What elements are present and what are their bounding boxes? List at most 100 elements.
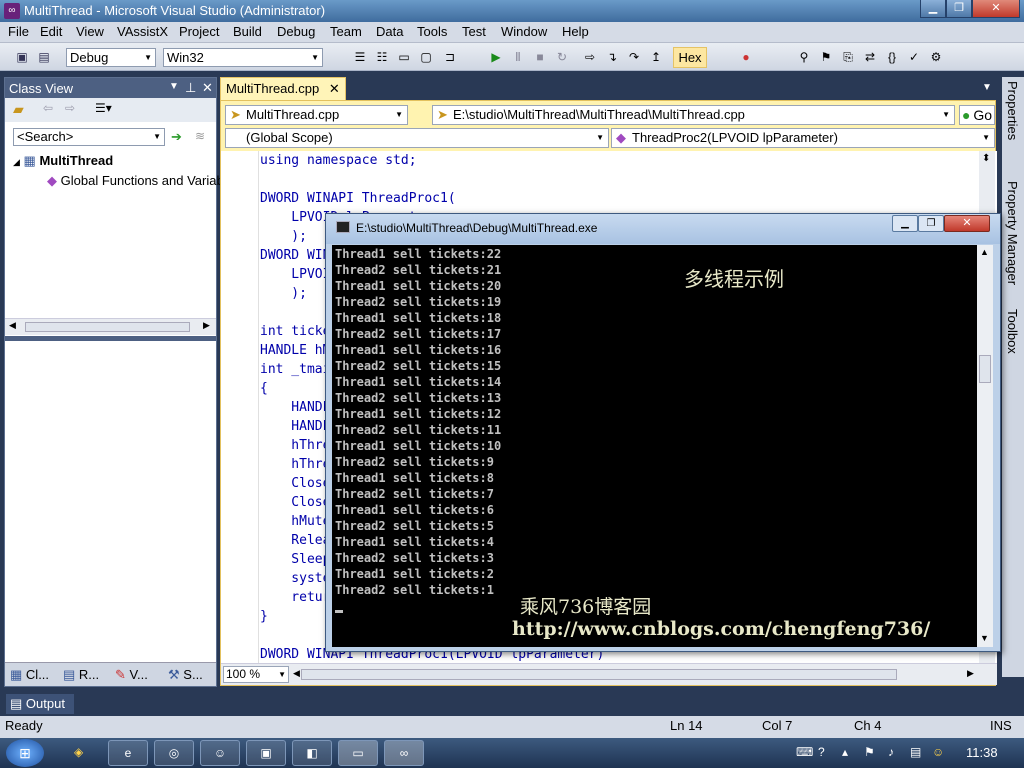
hscroll-thumb[interactable] xyxy=(301,669,897,680)
start-debug-icon[interactable]: ▶ xyxy=(488,49,504,65)
scroll-right-icon[interactable]: ▶ xyxy=(967,668,974,679)
spell-check-icon[interactable]: ✓ xyxy=(906,49,922,65)
function-dropdown[interactable]: ◆ ThreadProc2(LPVOID lpParameter) ▼ xyxy=(611,128,995,148)
close-button[interactable]: ✕ xyxy=(972,0,1020,18)
tab-property-manager[interactable]: Property Manager xyxy=(1005,181,1020,285)
find-in-files-icon[interactable]: ⚑ xyxy=(818,49,834,65)
console-scroll-thumb[interactable] xyxy=(979,355,991,383)
zoom-dropdown[interactable]: 100 % ▼ xyxy=(223,666,289,683)
tab-class-view[interactable]: ▦ Cl... xyxy=(10,667,49,683)
show-hidden-icons-icon[interactable]: ▴ xyxy=(842,745,848,759)
restart-icon[interactable]: ↻ xyxy=(554,49,570,65)
save-icon[interactable]: ▣ xyxy=(14,49,30,65)
taskbar-app-icon[interactable]: ▣ xyxy=(246,740,286,766)
outdent-icon[interactable]: ☷ xyxy=(374,49,390,65)
taskbar-msdn-icon[interactable]: ◧ xyxy=(292,740,332,766)
network-icon[interactable]: ▤ xyxy=(910,745,921,759)
menu-vassistx[interactable]: VAssistX xyxy=(117,24,168,39)
console-screen[interactable]: Thread1 sell tickets:22 Thread2 sell tick… xyxy=(332,245,993,647)
settings-icon[interactable]: ☰▾ xyxy=(95,101,112,115)
taskbar-vs-icon[interactable]: ∞ xyxy=(384,740,424,766)
scope-dropdown[interactable]: (Global Scope) ▼ xyxy=(225,128,609,148)
tree-global-functions[interactable]: ◆ Global Functions and Variables xyxy=(47,173,240,189)
flag-icon[interactable]: ⚑ xyxy=(864,745,875,759)
scroll-left-icon[interactable]: ◀ xyxy=(9,320,16,331)
refactor-icon[interactable]: ⚙ xyxy=(928,49,944,65)
scroll-thumb[interactable] xyxy=(25,322,190,332)
class-view-hscroll[interactable]: ◀ ▶ xyxy=(5,318,216,335)
expand-icon[interactable]: ◢ xyxy=(13,157,20,167)
close-icon[interactable]: ✕ xyxy=(202,80,213,96)
taskbar-console-icon[interactable]: ▭ xyxy=(338,740,378,766)
menu-window[interactable]: Window xyxy=(501,24,547,39)
search-go-icon[interactable]: ➔ xyxy=(171,129,182,145)
goto-icon[interactable]: ⇄ xyxy=(862,49,878,65)
qq-pet-icon[interactable]: ◈ xyxy=(74,745,83,759)
step-out-icon[interactable]: ↥ xyxy=(648,49,664,65)
tab-toolbox[interactable]: Toolbox xyxy=(1005,309,1020,354)
minimize-button[interactable]: ▁ xyxy=(920,0,946,18)
console-maximize-button[interactable]: ❐ xyxy=(918,215,944,232)
tab-list-icon[interactable]: ▼ xyxy=(982,82,992,93)
find-icon[interactable]: ⚲ xyxy=(796,49,812,65)
show-next-statement-icon[interactable]: ⇨ xyxy=(582,49,598,65)
menu-help[interactable]: Help xyxy=(562,24,589,39)
scroll-down-icon[interactable]: ▼ xyxy=(980,633,989,643)
step-over-icon[interactable]: ↷ xyxy=(626,49,642,65)
menu-team[interactable]: Team xyxy=(330,24,362,39)
forward-icon[interactable]: ⇨ xyxy=(65,101,75,115)
symbol-icon[interactable]: {} xyxy=(884,49,900,65)
maximize-button[interactable]: ❐ xyxy=(946,0,972,18)
pin-icon[interactable]: ⊥ xyxy=(185,80,196,96)
taskbar-ie-icon[interactable]: e xyxy=(108,740,148,766)
tab-resource-view[interactable]: ▤ R... xyxy=(63,667,99,683)
menu-tools[interactable]: Tools xyxy=(417,24,447,39)
platform-dropdown[interactable]: Win32 ▼ xyxy=(163,48,323,67)
keyboard-icon[interactable]: ⌨ xyxy=(796,745,813,759)
qq-tray-icon[interactable]: ☺ xyxy=(932,745,944,759)
pause-icon[interactable]: Ⅱ xyxy=(510,49,526,65)
menu-project[interactable]: Project xyxy=(179,24,219,39)
class-search-input[interactable]: <Search> ▼ xyxy=(13,128,165,146)
hex-toggle[interactable]: Hex xyxy=(673,47,707,68)
back-icon[interactable]: ⇦ xyxy=(43,101,53,115)
scroll-right-icon[interactable]: ▶ xyxy=(203,320,210,331)
volume-icon[interactable]: ♪ xyxy=(888,745,894,759)
scroll-up-icon[interactable]: ▲ xyxy=(980,247,989,257)
start-button[interactable]: ⊞ xyxy=(6,739,44,767)
menu-edit[interactable]: Edit xyxy=(40,24,62,39)
tab-properties[interactable]: Properties xyxy=(1005,81,1020,140)
taskbar-360-icon[interactable]: ◎ xyxy=(154,740,194,766)
save-all-icon[interactable]: ▤ xyxy=(36,49,52,65)
path-dropdown[interactable]: ➤ E:\studio\MultiThread\MultiThread\Multi… xyxy=(432,105,955,125)
close-tab-icon[interactable]: ✕ xyxy=(329,81,340,96)
console-close-button[interactable]: ✕ xyxy=(944,215,990,232)
menu-view[interactable]: View xyxy=(76,24,104,39)
split-icon[interactable]: ⬍ xyxy=(982,153,990,164)
step-into-icon[interactable]: ↴ xyxy=(604,49,620,65)
uncomment-icon[interactable]: ▢ xyxy=(418,49,434,65)
console-vscroll[interactable]: ▲ ▼ xyxy=(977,245,993,647)
menu-file[interactable]: File xyxy=(8,24,29,39)
folder-icon[interactable]: ▰ xyxy=(13,101,24,118)
open-file-icon[interactable]: ⎘ xyxy=(840,49,856,65)
tab-solution-explorer[interactable]: ⚒ S... xyxy=(168,667,203,683)
help-icon[interactable]: ? xyxy=(818,745,825,759)
clear-search-icon[interactable]: ≋ xyxy=(195,129,205,143)
output-tab[interactable]: ▤ Output xyxy=(6,694,74,714)
file-dropdown[interactable]: ➤ MultiThread.cpp ▼ xyxy=(225,105,408,125)
tree-root[interactable]: ◢ ▦ MultiThread xyxy=(13,153,113,169)
breakpoint-icon[interactable]: ● xyxy=(738,49,754,65)
tab-multithread-cpp[interactable]: MultiThread.cpp ✕ xyxy=(220,77,346,100)
indent-icon[interactable]: ☰ xyxy=(352,49,368,65)
solution-config-dropdown[interactable]: Debug ▼ xyxy=(66,48,156,67)
tab-vassistx[interactable]: ✎ V... xyxy=(115,667,148,683)
bookmark-icon[interactable]: ⊐ xyxy=(442,49,458,65)
panel-splitter[interactable] xyxy=(5,336,216,341)
console-minimize-button[interactable]: ▁ xyxy=(892,215,918,232)
menu-data[interactable]: Data xyxy=(376,24,403,39)
dropdown-icon[interactable]: ▼ xyxy=(169,81,179,92)
scroll-left-icon[interactable]: ◀ xyxy=(293,668,300,679)
menu-test[interactable]: Test xyxy=(462,24,486,39)
comment-icon[interactable]: ▭ xyxy=(396,49,412,65)
